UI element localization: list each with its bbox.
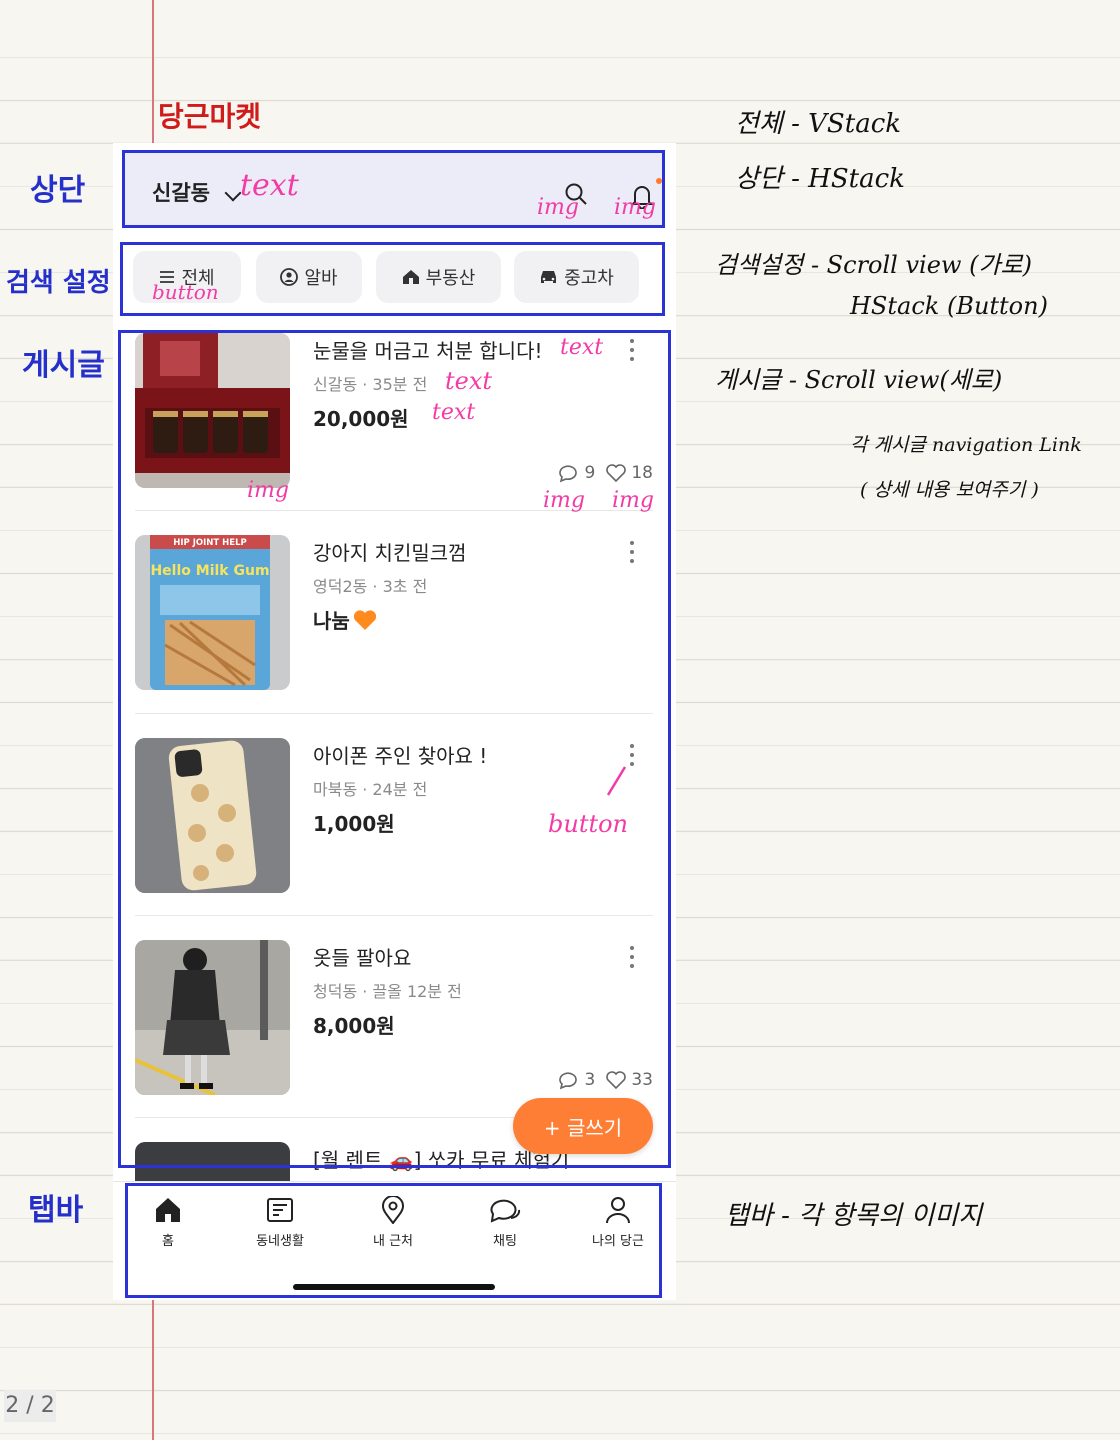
app-title-annotation: 당근마켓 (158, 100, 262, 133)
inline-img-label: img (247, 478, 289, 503)
note-line: 게시글 - Scroll view(세로) (715, 366, 1003, 394)
page-number: 2 / 2 (4, 1390, 56, 1422)
label-tabbar: 탭바 (28, 1193, 84, 1228)
annotation-box-posts (118, 330, 671, 1168)
inline-text-label: text (240, 168, 299, 203)
note-line: 상단 - HStack (735, 164, 905, 194)
inline-button-label: button (548, 810, 629, 838)
note-line: 전체 - VStack (735, 109, 902, 139)
note-line: 탭바 - 각 항목의 이미지 (725, 1201, 983, 1231)
inline-img-label: img (614, 195, 656, 220)
label-posts: 게시글 (22, 348, 105, 383)
annotation-box-top (122, 150, 665, 228)
inline-button-label: button (152, 280, 219, 304)
inline-img-label: img (537, 195, 579, 220)
note-line: HStack (Button) (850, 292, 1048, 320)
annotation-arrow-stroke (606, 766, 627, 796)
note-line: 검색설정 - Scroll view (가로) (715, 251, 1032, 279)
inline-img-label: img (612, 488, 654, 513)
inline-text-label: text (445, 367, 493, 395)
inline-text-label: text (560, 335, 604, 360)
note-line: ( 상세 내용 보여주기 ) (860, 479, 1039, 501)
annotation-box-tabbar (125, 1183, 662, 1298)
label-top: 상단 (30, 173, 86, 208)
note-line: 각 게시글 navigation Link (850, 434, 1082, 456)
annotation-box-search (120, 242, 665, 316)
label-search: 검색 설정 (6, 268, 111, 298)
inline-img-label: img (543, 488, 585, 513)
inline-text-label: text (432, 400, 476, 425)
